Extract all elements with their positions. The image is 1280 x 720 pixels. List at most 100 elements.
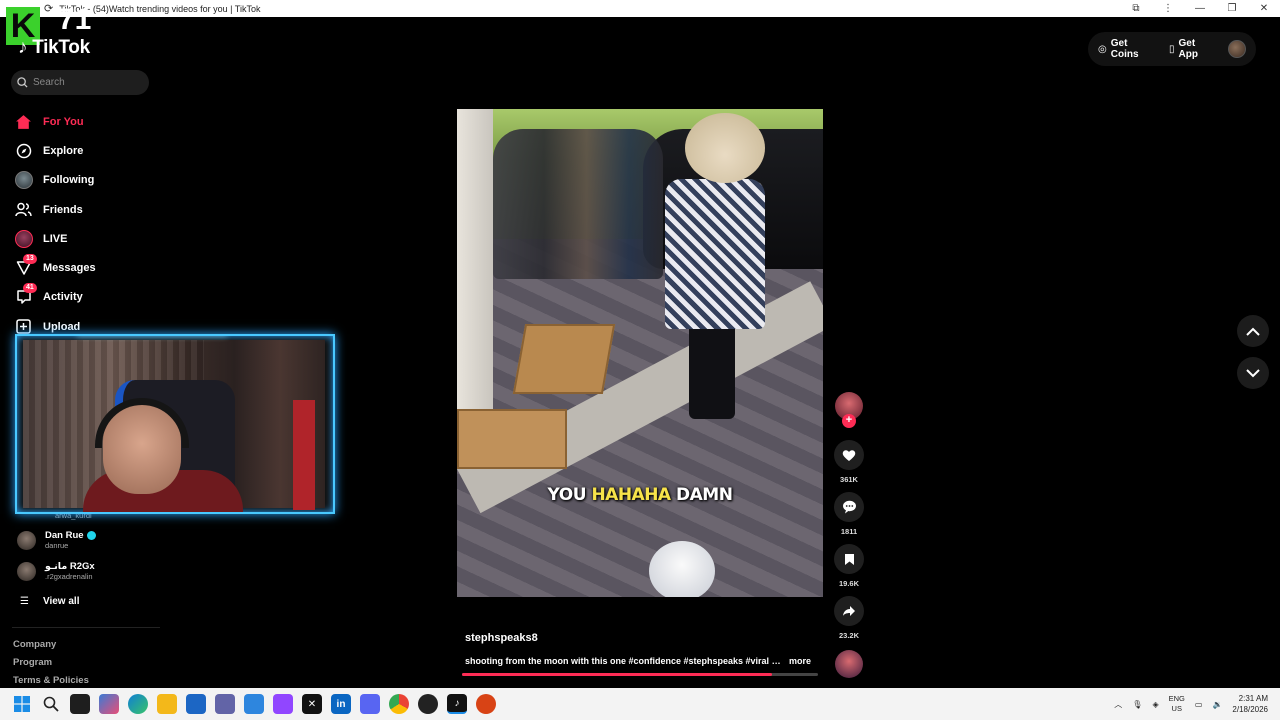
chrome-icon[interactable]: [389, 694, 409, 714]
get-coins-button[interactable]: ◎ Get Coins: [1098, 38, 1157, 60]
discord-icon[interactable]: [360, 694, 380, 714]
tiktok-taskbar-icon[interactable]: ♪: [447, 694, 467, 714]
account-name: Dan Rue: [45, 530, 84, 541]
previous-video-button[interactable]: [1237, 315, 1269, 347]
footer-link-program[interactable]: Program: [13, 657, 89, 675]
clock-time: 2:31 AM: [1238, 694, 1268, 703]
nav-activity[interactable]: 41 Activity: [14, 282, 164, 312]
header-actions: ◎ Get Coins ▯ Get App: [1088, 32, 1256, 66]
following-account-item[interactable]: مانـو R2Gx .r2gxadrenalin: [17, 561, 167, 581]
follow-plus-icon[interactable]: +: [842, 414, 856, 428]
tiktok-logo-text: TikTok: [32, 37, 90, 58]
webcam-overlay: [15, 334, 335, 514]
coin-icon: ◎: [1098, 43, 1107, 55]
nav-live[interactable]: LIVE: [14, 224, 164, 253]
get-app-button[interactable]: ▯ Get App: [1169, 38, 1216, 60]
store-icon[interactable]: [186, 694, 206, 714]
description-text: shooting from the moon with this one #co…: [465, 656, 783, 666]
nav-following[interactable]: Following: [14, 166, 164, 195]
comment-count: 1811: [840, 527, 858, 536]
account-avatar: [17, 561, 36, 581]
tiktok-note-icon: ♪: [18, 37, 28, 58]
nav-label: Messages: [43, 262, 96, 275]
next-video-button[interactable]: [1237, 357, 1269, 389]
microphone-icon[interactable]: 🎙: [1132, 700, 1142, 709]
compass-icon: [14, 141, 33, 160]
phone-icon: ▯: [1169, 43, 1175, 55]
heart-icon[interactable]: [834, 440, 864, 470]
account-username: .r2gxadrenalin: [45, 572, 93, 581]
maximize-button[interactable]: ❐: [1216, 3, 1248, 14]
account-username: danrue: [45, 541, 69, 550]
edge-icon[interactable]: [128, 694, 148, 714]
copilot-icon[interactable]: [99, 694, 119, 714]
caption-highlight-word: HAHAHA: [591, 485, 671, 505]
bookmark-icon[interactable]: [834, 544, 864, 574]
task-view-icon[interactable]: [70, 694, 90, 714]
view-all-button[interactable]: ☰ View all: [20, 596, 79, 607]
volume-icon[interactable]: 🔉: [1212, 700, 1222, 709]
profile-avatar[interactable]: [1228, 40, 1246, 58]
comment-icon[interactable]: [834, 492, 864, 522]
video-author[interactable]: stephspeaks8: [465, 632, 538, 644]
get-app-label: Get App: [1178, 38, 1198, 60]
sidebar-nav: For You Explore Following Friends LIVE 1…: [14, 107, 164, 341]
display-icon[interactable]: ▭: [1195, 700, 1203, 709]
windows-start-icon[interactable]: [12, 694, 32, 714]
save-action[interactable]: 19.6K: [833, 544, 865, 588]
video-player[interactable]: YOU HAHAHA DAMN: [457, 109, 823, 597]
linkedin-icon[interactable]: in: [331, 694, 351, 714]
comment-action[interactable]: 1811: [833, 492, 865, 536]
teams-icon[interactable]: [215, 694, 235, 714]
activity-icon: 41: [14, 282, 37, 307]
search-input[interactable]: Search: [11, 70, 149, 95]
footer-link-company[interactable]: Company: [13, 639, 89, 657]
nav-messages[interactable]: 13 Messages: [14, 253, 164, 282]
nav-friends[interactable]: Friends: [14, 195, 164, 224]
windows-taskbar: ✕ in ♪ ︿ 🎙 ◈ ENG US ▭ 🔉 2:31 AM 2/18/202…: [0, 688, 1280, 720]
close-button[interactable]: ✕: [1248, 3, 1280, 14]
tray-app-icon[interactable]: ◈: [1152, 700, 1158, 709]
nav-for-you[interactable]: For You: [14, 107, 164, 136]
get-coins-label: Get Coins: [1110, 38, 1139, 60]
browser-menu-icon[interactable]: ⋮: [1152, 3, 1184, 14]
file-explorer-icon[interactable]: [157, 694, 177, 714]
share-action[interactable]: 23.2K: [833, 596, 865, 640]
nav-explore[interactable]: Explore: [14, 136, 164, 165]
video-progress-bar[interactable]: [462, 673, 818, 676]
x-icon[interactable]: ✕: [302, 694, 322, 714]
taskbar-clock[interactable]: 2:31 AM 2/18/2026: [1232, 693, 1268, 715]
music-disc-icon[interactable]: [835, 650, 863, 678]
language-code: ENG: [1168, 694, 1185, 703]
verified-badge-icon: [86, 531, 96, 540]
extensions-icon[interactable]: ⧉: [1120, 3, 1152, 14]
search-taskbar-icon[interactable]: [41, 694, 61, 714]
search-placeholder: Search: [33, 77, 65, 88]
list-icon: ☰: [20, 596, 29, 607]
obs-icon[interactable]: [418, 694, 438, 714]
browser-title-bar: ⟳ TikTok - (54)Watch trending videos for…: [0, 0, 1280, 17]
share-icon[interactable]: [834, 596, 864, 626]
minimize-button[interactable]: —: [1184, 3, 1216, 14]
nav-label: LIVE: [43, 232, 68, 245]
app-orange-icon[interactable]: [476, 694, 496, 714]
footer-links: Company Program Terms & Policies: [13, 639, 89, 693]
nav-label: Friends: [43, 203, 83, 216]
following-account-item[interactable]: Dan Rue danrue: [17, 530, 167, 550]
like-action[interactable]: 361K: [833, 440, 865, 484]
more-button[interactable]: more: [789, 656, 811, 666]
chevron-up-icon: [1246, 327, 1260, 336]
twitch-icon[interactable]: [273, 694, 293, 714]
chevron-down-icon: [1246, 368, 1260, 377]
language-indicator[interactable]: ENG US: [1169, 694, 1185, 714]
nav-label: Following: [43, 174, 95, 187]
messages-badge: 13: [23, 253, 37, 264]
tray-chevron-up-icon[interactable]: ︿: [1114, 699, 1122, 710]
app-icon[interactable]: [244, 694, 264, 714]
save-count: 19.6K: [838, 579, 859, 588]
video-description: shooting from the moon with this one #co…: [465, 656, 815, 666]
nav-label: Explore: [43, 144, 84, 157]
activity-badge: 41: [23, 282, 37, 293]
caption-word: YOU: [547, 485, 592, 505]
tiktok-logo[interactable]: ♪ TikTok: [18, 37, 90, 59]
